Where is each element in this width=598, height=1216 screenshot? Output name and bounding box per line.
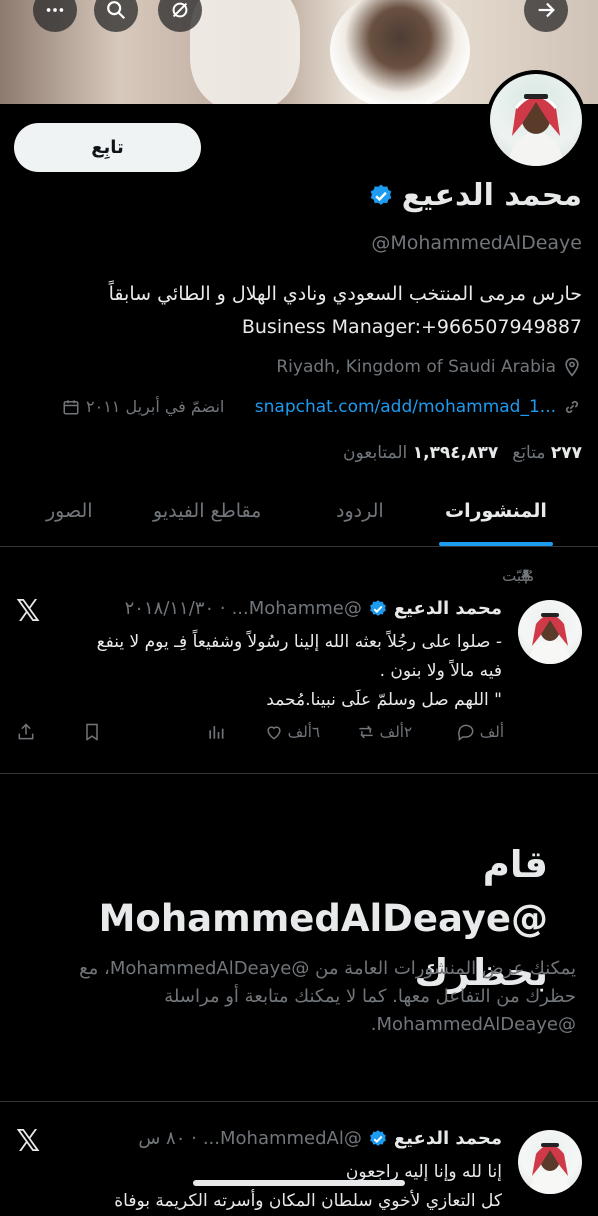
follow-stats: ٢٧٧ متابَع ١,٣٩٤,٨٣٧ المتابعون bbox=[343, 443, 582, 463]
following-stat[interactable]: ٢٧٧ متابَع bbox=[512, 443, 582, 463]
views-action[interactable] bbox=[206, 722, 226, 742]
views-chart-icon bbox=[209, 726, 224, 739]
calendar-icon bbox=[63, 399, 79, 414]
location-pin-icon bbox=[565, 357, 579, 377]
repost-action[interactable]: ٢ألف bbox=[356, 722, 412, 742]
banner-photo-shape bbox=[330, 0, 470, 104]
blocked-description: يمكنك عرض المنشورات العامة من @MohammedA… bbox=[79, 958, 576, 1035]
pin-icon bbox=[520, 569, 532, 584]
post-text-line: كل التعازي لأخوي سلطان المكان وأسرته الك… bbox=[114, 1191, 502, 1211]
like-action[interactable]: ٦ألف bbox=[264, 722, 320, 742]
post-time: · ٨٠ س bbox=[138, 1128, 197, 1149]
location-row: Riyadh, Kingdom of Saudi Arabia bbox=[276, 357, 582, 377]
followers-count: ١,٣٩٤,٨٣٧ bbox=[412, 443, 499, 463]
profile-name-row: محمد الدعيع bbox=[368, 178, 582, 213]
joined-text: انضمّ في أبريل ٢٠١١ bbox=[86, 397, 225, 416]
post-actions: ألف ٢ألف ٦ألف bbox=[14, 722, 504, 750]
followers-stat[interactable]: ١,٣٩٤,٨٣٧ المتابعون bbox=[343, 443, 498, 463]
search-icon bbox=[107, 1, 126, 20]
following-label: متابَع bbox=[512, 443, 546, 463]
share-icon bbox=[18, 723, 34, 740]
post-avatar[interactable] bbox=[518, 1130, 582, 1194]
post-avatar-portrait bbox=[528, 1143, 572, 1194]
tab-videos[interactable]: مقاطع الفيديو bbox=[153, 500, 261, 522]
post-text-line: فيه مالاً ولا بنون . bbox=[379, 661, 502, 681]
tab-replies[interactable]: الردود bbox=[336, 500, 384, 522]
grok-x-icon[interactable]: 𝕏 bbox=[16, 594, 40, 629]
post-date: · ٢٠١٨/١١/٣٠ bbox=[124, 598, 226, 619]
divider bbox=[0, 773, 598, 774]
share-action[interactable] bbox=[16, 722, 36, 742]
heart-icon bbox=[267, 726, 281, 740]
post-author-name[interactable]: محمد الدعيع bbox=[394, 1128, 502, 1149]
repost-icon bbox=[359, 725, 373, 739]
banner-photo-shape bbox=[190, 0, 300, 104]
tab-photos[interactable]: الصور bbox=[46, 500, 93, 522]
follow-button[interactable]: تابِع bbox=[14, 123, 201, 172]
second-post-text: إنا لله وإنا إليه راجعون كل التعازي لأخو… bbox=[12, 1158, 502, 1216]
bookmark-icon bbox=[86, 723, 98, 741]
post-avatar-portrait bbox=[528, 613, 572, 664]
verified-badge-icon bbox=[369, 1129, 386, 1146]
divider bbox=[0, 1101, 598, 1102]
followers-label: المتابعون bbox=[343, 443, 408, 463]
tab-posts[interactable]: المنشورات bbox=[445, 500, 547, 522]
post-handle: @MohammedAl... bbox=[202, 1128, 362, 1149]
repost-count: ٢ألف bbox=[379, 723, 412, 741]
following-count: ٢٧٧ bbox=[550, 443, 582, 463]
active-tab-indicator bbox=[439, 542, 553, 546]
joined-row: انضمّ في أبريل ٢٠١١ bbox=[62, 397, 224, 416]
pinned-post-text: - صلوا على رجُلاً بعثه الله إلينا رسُولا… bbox=[12, 628, 502, 715]
profile-handle: @MohammedAlDeaye bbox=[371, 232, 582, 254]
website-link[interactable]: snapchat.com/add/mohammad_1... bbox=[255, 397, 556, 417]
home-indicator[interactable] bbox=[193, 1180, 405, 1186]
post-text-line: - صلوا على رجُلاً بعثه الله إلينا رسُولا… bbox=[96, 632, 502, 652]
link-icon bbox=[565, 400, 579, 414]
mute-icon bbox=[172, 2, 188, 18]
back-arrow-icon bbox=[538, 2, 555, 18]
reply-action[interactable]: ألف bbox=[456, 722, 504, 742]
grok-x-icon[interactable]: 𝕏 bbox=[16, 1124, 40, 1159]
post-handle: @Mohamme... bbox=[231, 598, 362, 619]
more-icon bbox=[46, 8, 64, 12]
bookmark-action[interactable] bbox=[82, 722, 102, 742]
profile-name: محمد الدعيع bbox=[401, 178, 582, 213]
verified-badge-icon bbox=[369, 599, 386, 616]
reply-icon bbox=[457, 724, 474, 741]
verified-badge-icon bbox=[370, 184, 392, 205]
profile-avatar[interactable] bbox=[486, 70, 586, 170]
post-avatar[interactable] bbox=[518, 600, 582, 664]
post-text-line: " اللهم صل وسلمّ علَى نبينا.مُحمد bbox=[266, 690, 502, 710]
bio-line-2: Business Manager:+966507949887 bbox=[241, 316, 582, 338]
pinned-post-header: محمد الدعيع @Mohamme... · ٢٠١٨/١١/٣٠ bbox=[125, 598, 502, 619]
second-post-header: محمد الدعيع @MohammedAl... · ٨٠ س bbox=[138, 1128, 502, 1149]
post-author-name[interactable]: محمد الدعيع bbox=[394, 598, 502, 619]
location-text: Riyadh, Kingdom of Saudi Arabia bbox=[276, 357, 556, 377]
avatar-portrait bbox=[508, 94, 564, 166]
bio-line-1: حارس مرمى المنتخب السعودي ونادي الهلال و… bbox=[108, 283, 582, 305]
like-count: ٦ألف bbox=[287, 723, 320, 741]
website-row[interactable]: snapchat.com/add/mohammad_1... bbox=[255, 397, 582, 417]
reply-count: ألف bbox=[479, 723, 504, 741]
profile-tabs: المنشورات الردود مقاطع الفيديو الصور bbox=[0, 490, 598, 547]
